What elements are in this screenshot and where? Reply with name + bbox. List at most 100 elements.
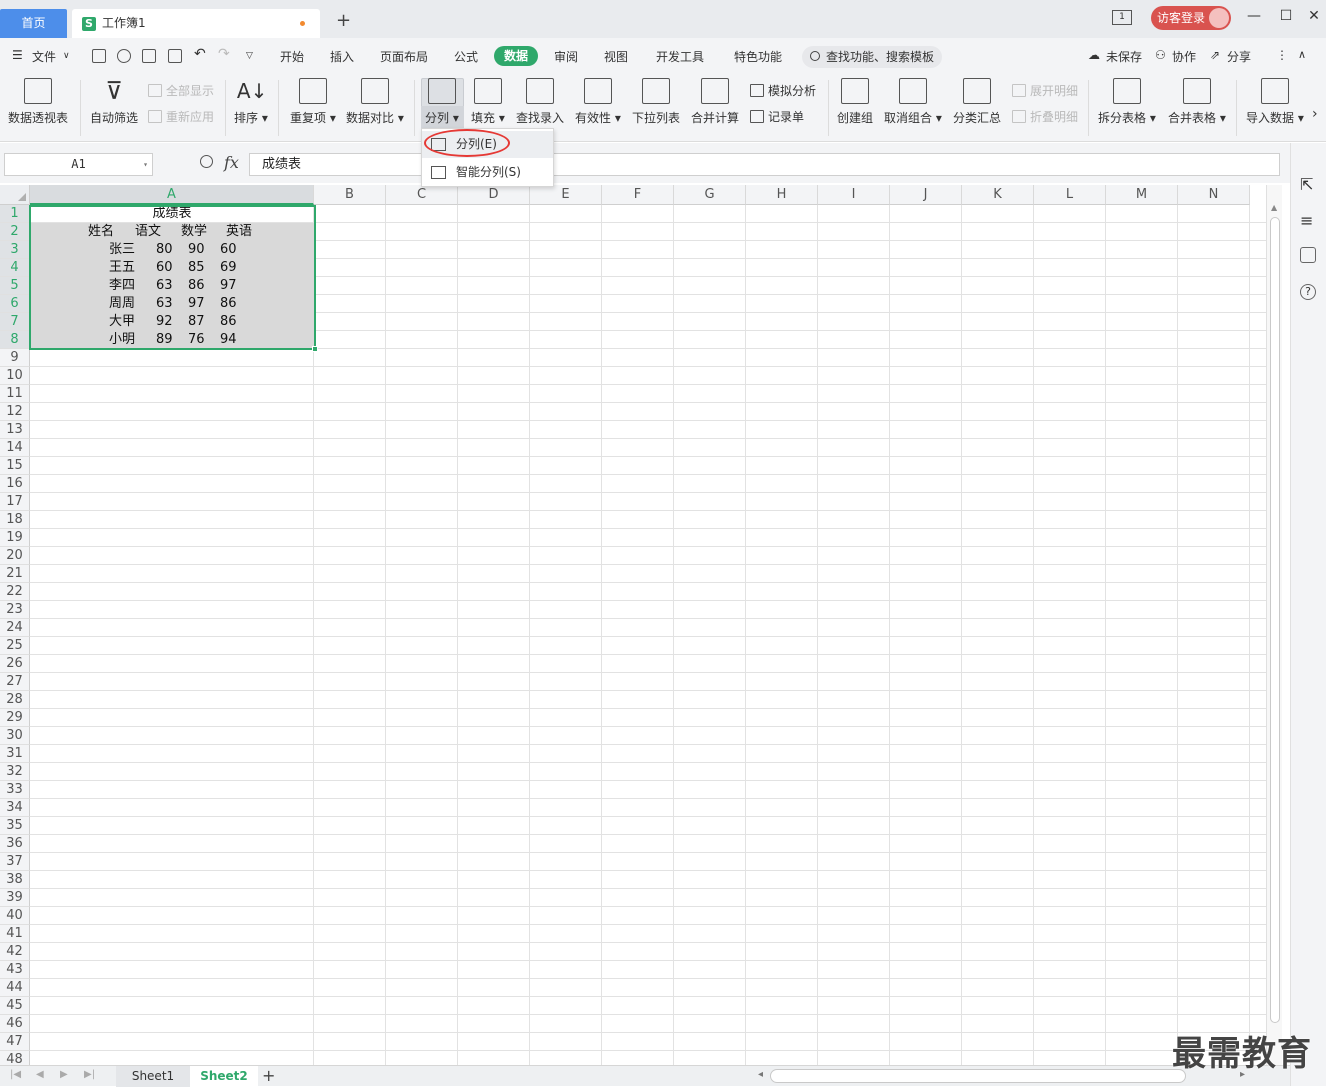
column-header-f[interactable]: F bbox=[602, 185, 674, 205]
column-header-h[interactable]: H bbox=[746, 185, 818, 205]
ungroup-button[interactable]: 取消组合 ▾ bbox=[884, 78, 942, 126]
menu-page-layout[interactable]: 页面布局 bbox=[380, 48, 428, 65]
help-icon[interactable]: ? bbox=[1300, 284, 1316, 300]
maximize-icon[interactable]: ☐ bbox=[1276, 8, 1296, 24]
row-header[interactable]: 5 bbox=[0, 277, 30, 295]
print-icon[interactable] bbox=[142, 49, 156, 63]
menu-formula[interactable]: 公式 bbox=[454, 48, 478, 65]
row-header[interactable]: 35 bbox=[0, 817, 30, 835]
vertical-scroll-thumb[interactable] bbox=[1270, 217, 1280, 1023]
unsaved-status[interactable]: 未保存 bbox=[1106, 48, 1142, 65]
row-header[interactable]: 26 bbox=[0, 655, 30, 673]
cursor-select-icon[interactable]: ⇱ bbox=[1300, 175, 1316, 194]
sheet-tab-sheet1[interactable]: Sheet1 bbox=[116, 1066, 190, 1087]
what-if-button[interactable]: 模拟分析 bbox=[750, 82, 816, 99]
row-header[interactable]: 3 bbox=[0, 241, 30, 259]
hscroll-left-icon[interactable]: ◂ bbox=[758, 1069, 763, 1080]
fill-button[interactable]: 填充 ▾ bbox=[471, 78, 505, 126]
row-header[interactable]: 45 bbox=[0, 997, 30, 1015]
row-header[interactable]: 40 bbox=[0, 907, 30, 925]
merge-table-button[interactable]: 合并表格 ▾ bbox=[1168, 78, 1226, 126]
row-header[interactable]: 2 bbox=[0, 223, 30, 241]
row-header[interactable]: 6 bbox=[0, 295, 30, 313]
row-header[interactable]: 17 bbox=[0, 493, 30, 511]
row-header[interactable]: 22 bbox=[0, 583, 30, 601]
tab-workbook[interactable]: S 工作簿1 bbox=[72, 9, 320, 38]
print-preview-icon[interactable] bbox=[168, 49, 182, 63]
collapse-detail-button[interactable]: 折叠明细 bbox=[1012, 108, 1078, 125]
column-header-k[interactable]: K bbox=[962, 185, 1034, 205]
row-header[interactable]: 34 bbox=[0, 799, 30, 817]
row-header[interactable]: 10 bbox=[0, 367, 30, 385]
column-header-d[interactable]: D bbox=[458, 185, 530, 205]
create-group-button[interactable]: 创建组 bbox=[837, 78, 873, 126]
row-header[interactable]: 24 bbox=[0, 619, 30, 637]
window-layout-icon[interactable]: 1 bbox=[1112, 10, 1132, 25]
row-header[interactable]: 37 bbox=[0, 853, 30, 871]
expand-detail-button[interactable]: 展开明细 bbox=[1012, 82, 1078, 99]
reapply-button[interactable]: 重新应用 bbox=[148, 108, 214, 125]
new-tab-button[interactable]: + bbox=[336, 12, 351, 30]
sort-button[interactable]: A↓ 排序 ▾ bbox=[234, 78, 268, 126]
column-header-l[interactable]: L bbox=[1034, 185, 1106, 205]
row-header[interactable]: 13 bbox=[0, 421, 30, 439]
menu-file[interactable]: 文件 bbox=[32, 48, 56, 65]
vertical-scrollbar[interactable]: ▲ bbox=[1266, 185, 1282, 1065]
ribbon-scroll-right-icon[interactable]: › bbox=[1312, 106, 1318, 122]
save-icon[interactable] bbox=[92, 49, 106, 63]
row-header[interactable]: 46 bbox=[0, 1015, 30, 1033]
collapse-ribbon-icon[interactable]: ∧ bbox=[1298, 48, 1306, 61]
minimize-icon[interactable]: — bbox=[1244, 8, 1264, 24]
add-sheet-button[interactable]: + bbox=[262, 1066, 275, 1086]
dropdown-list-button[interactable]: 下拉列表 bbox=[632, 78, 680, 126]
fx-icon[interactable]: fx bbox=[224, 153, 239, 172]
lookup-entry-button[interactable]: 查找录入 bbox=[516, 78, 564, 126]
collaborate-button[interactable]: 协作 bbox=[1172, 48, 1196, 65]
row-header[interactable]: 31 bbox=[0, 745, 30, 763]
row-header[interactable]: 1 bbox=[0, 205, 30, 223]
hamburger-icon[interactable]: ☰ bbox=[12, 48, 23, 62]
row-header[interactable]: 15 bbox=[0, 457, 30, 475]
spreadsheet-grid[interactable]: ABCDEFGHIJKLMN 1 2 3 4 5 6 7 8 9 10 11 12 13 14 15 16 17… bbox=[0, 185, 1266, 1065]
row-header[interactable]: 11 bbox=[0, 385, 30, 403]
name-box[interactable]: A1 ▾ bbox=[4, 153, 153, 176]
row-header[interactable]: 8 bbox=[0, 331, 30, 349]
formula-input[interactable]: 成绩表 bbox=[249, 153, 1280, 176]
row-header[interactable]: 25 bbox=[0, 637, 30, 655]
column-header-e[interactable]: E bbox=[530, 185, 602, 205]
row-header[interactable]: 18 bbox=[0, 511, 30, 529]
menu-insert[interactable]: 插入 bbox=[330, 48, 354, 65]
row-header[interactable]: 39 bbox=[0, 889, 30, 907]
column-header-a[interactable]: A bbox=[30, 185, 314, 205]
split-column-button[interactable]: 分列 ▾ bbox=[425, 78, 459, 126]
file-chevron-icon[interactable]: ∨ bbox=[63, 51, 70, 61]
row-header[interactable]: 44 bbox=[0, 979, 30, 997]
row-header[interactable]: 47 bbox=[0, 1033, 30, 1051]
validity-button[interactable]: 有效性 ▾ bbox=[575, 78, 621, 126]
tab-home[interactable]: 首页 bbox=[0, 9, 67, 38]
dropdown-item-smart-split[interactable]: 智能分列(S) bbox=[422, 159, 553, 186]
row-header[interactable]: 21 bbox=[0, 565, 30, 583]
select-all-corner[interactable] bbox=[0, 185, 30, 205]
menu-data[interactable]: 数据 bbox=[494, 46, 538, 66]
column-header-i[interactable]: I bbox=[818, 185, 890, 205]
function-search-box[interactable]: 查找功能、搜索模板 bbox=[802, 46, 942, 68]
scroll-up-icon[interactable]: ▲ bbox=[1271, 203, 1277, 212]
redo-icon[interactable]: ↷ bbox=[218, 46, 230, 62]
row-header[interactable]: 30 bbox=[0, 727, 30, 745]
row-header[interactable]: 12 bbox=[0, 403, 30, 421]
next-sheet-icon[interactable]: ▶ bbox=[60, 1069, 68, 1080]
row-header[interactable]: 41 bbox=[0, 925, 30, 943]
row-header[interactable]: 23 bbox=[0, 601, 30, 619]
row-header[interactable]: 16 bbox=[0, 475, 30, 493]
row-header[interactable]: 48 bbox=[0, 1051, 30, 1065]
export-icon[interactable] bbox=[117, 49, 131, 63]
undo-icon[interactable]: ↶ bbox=[194, 46, 206, 62]
row-header[interactable]: 43 bbox=[0, 961, 30, 979]
subtotal-button[interactable]: 分类汇总 bbox=[953, 78, 1001, 126]
duplicates-button[interactable]: 重复项 ▾ bbox=[290, 78, 336, 126]
more-options-icon[interactable]: ⋮ bbox=[1276, 48, 1288, 62]
guest-login-button[interactable]: 访客登录 bbox=[1151, 6, 1231, 30]
column-header-j[interactable]: J bbox=[890, 185, 962, 205]
menu-special[interactable]: 特色功能 bbox=[734, 48, 782, 65]
